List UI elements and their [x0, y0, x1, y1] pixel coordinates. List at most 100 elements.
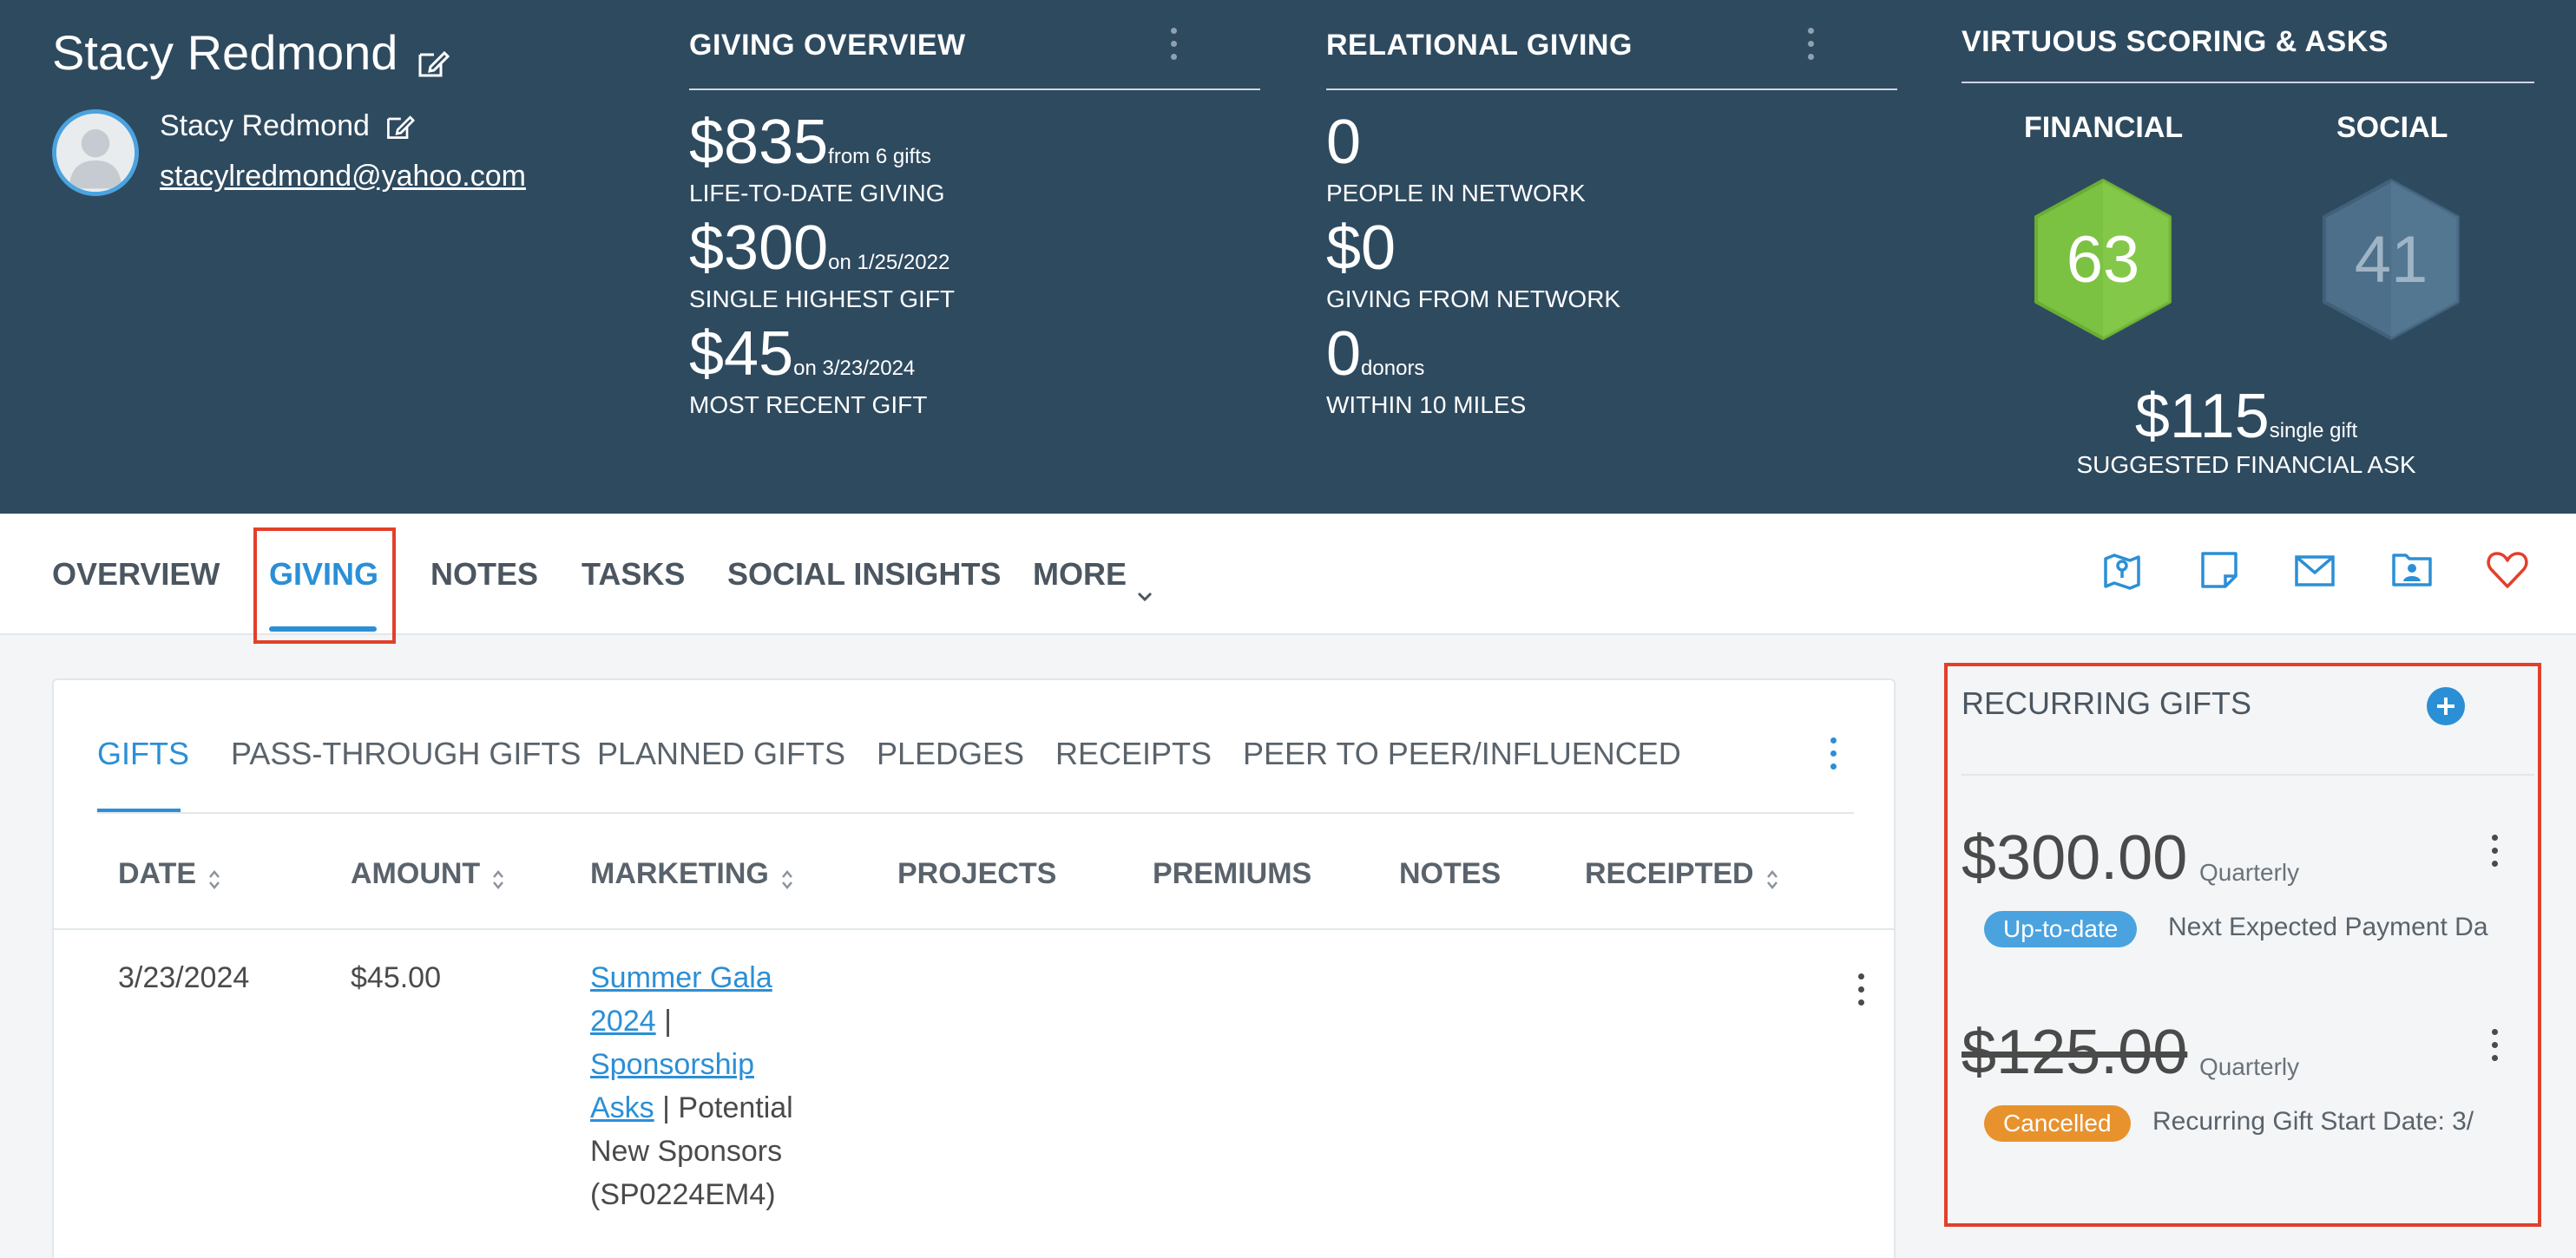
subtab-planned-gifts[interactable]: PLANNED GIFTS [597, 732, 845, 776]
sort-icon[interactable] [781, 864, 793, 889]
cell-date: 3/23/2024 [118, 961, 250, 994]
divider [689, 88, 1260, 90]
chevron-down-icon [1137, 568, 1153, 602]
sort-icon[interactable] [1766, 864, 1778, 889]
column-date[interactable]: DATE [118, 857, 220, 891]
tab-social-insights[interactable]: SOCIAL INSIGHTS [727, 548, 1001, 600]
column-projects-label: PROJECTS [897, 857, 1057, 890]
lifetime-amount: $835 [689, 108, 829, 177]
subtab-gifts[interactable]: GIFTS [97, 732, 189, 776]
profile-header: Stacy Redmond Stacy Redmond stacylredmon… [0, 0, 2576, 514]
divider [54, 928, 1894, 930]
column-premiums-label: PREMIUMS [1153, 857, 1312, 890]
email-link[interactable]: stacylredmond@yahoo.com [160, 160, 526, 193]
ask-amount: $115 [2134, 382, 2270, 451]
contact-card-icon[interactable] [2389, 547, 2435, 593]
note-icon[interactable] [2196, 547, 2243, 593]
profile-name: Stacy Redmond [52, 25, 398, 80]
column-amount[interactable]: AMOUNT [351, 857, 504, 891]
giving-overview-menu-icon[interactable] [1168, 28, 1179, 66]
marketing-text: | Potential [654, 1091, 793, 1124]
tab-more[interactable]: MORE [1033, 548, 1153, 602]
row-menu-icon[interactable] [1856, 973, 1866, 1012]
marketing-link-sponsorship-asks[interactable]: Asks [590, 1091, 654, 1124]
network-giving-label: GIVING FROM NETWORK [1326, 285, 1621, 312]
column-premiums: PREMIUMS [1153, 857, 1311, 891]
separator: | [655, 1005, 672, 1038]
social-label: SOCIAL [2336, 111, 2448, 144]
cell-marketing: Summer Gala 2024 | Sponsorship Asks | Po… [590, 956, 842, 1216]
column-amount-label: AMOUNT [351, 857, 481, 890]
relational-giving-panel: RELATIONAL GIVING 0 PEOPLE IN NETWORK $0… [1326, 24, 1897, 425]
edit-contact-icon[interactable] [384, 111, 416, 142]
lifetime-label: LIFE-TO-DATE GIVING [689, 180, 945, 206]
highest-label: SINGLE HIGHEST GIFT [689, 285, 955, 312]
subtab-peer-to-peer[interactable]: PEER TO PEER/INFLUENCED [1243, 732, 1681, 776]
column-marketing-label: MARKETING [590, 857, 769, 890]
column-notes-label: NOTES [1399, 857, 1502, 890]
divider [1962, 82, 2534, 83]
social-score: 41 [2354, 222, 2428, 297]
column-receipted-label: RECEIPTED [1585, 857, 1754, 890]
highest-stat: $300on 1/25/2022 SINGLE HIGHEST GIFT [689, 213, 1260, 316]
recent-label: MOST RECENT GIFT [689, 391, 928, 418]
contact-name: Stacy Redmond [160, 109, 370, 142]
marketing-code: (SP0224EM4) [590, 1178, 776, 1211]
gifts-menu-icon[interactable] [1828, 737, 1838, 776]
heart-icon[interactable] [2484, 547, 2531, 593]
column-receipted[interactable]: RECEIPTED [1585, 857, 1778, 891]
profile-name-heading: Stacy Redmond [52, 24, 450, 81]
marketing-link-summer-gala[interactable]: Summer Gala [590, 961, 772, 994]
highlight-box [253, 527, 396, 644]
financial-score-badge[interactable]: 63 [2031, 177, 2175, 342]
map-pin-icon[interactable] [2099, 547, 2146, 593]
tab-tasks[interactable]: TASKS [582, 548, 685, 600]
nearby-amount: 0 [1326, 319, 1362, 389]
nearby-stat: 0donors WITHIN 10 MILES [1326, 319, 1897, 422]
contact-name-row: Stacy Redmond [160, 109, 416, 143]
divider [97, 812, 1854, 814]
edit-icon[interactable] [415, 36, 450, 76]
network-amount: 0 [1326, 108, 1362, 177]
giving-overview-panel: GIVING OVERVIEW $835from 6 gifts LIFE-TO… [689, 24, 1260, 425]
sort-icon[interactable] [208, 864, 220, 889]
subtab-receipts[interactable]: RECEIPTS [1055, 732, 1212, 776]
recent-detail: on 3/23/2024 [793, 357, 916, 380]
gifts-card: GIFTS PASS-THROUGH GIFTS PLANNED GIFTS P… [52, 678, 1896, 1258]
highlight-box [1944, 663, 2541, 1227]
tab-notes[interactable]: NOTES [430, 548, 538, 600]
marketing-text-2: New Sponsors [590, 1135, 783, 1168]
marketing-link-sponsorship[interactable]: Sponsorship [590, 1048, 754, 1081]
marketing-link-summer-gala-2024[interactable]: 2024 [590, 1005, 656, 1038]
highest-amount: $300 [689, 213, 829, 283]
network-stat: 0 PEOPLE IN NETWORK [1326, 108, 1897, 210]
divider [1326, 88, 1897, 90]
column-date-label: DATE [118, 857, 197, 890]
column-notes: NOTES [1399, 857, 1501, 891]
avatar[interactable] [52, 109, 139, 196]
network-giving-amount: $0 [1326, 213, 1396, 283]
cell-amount: $45.00 [351, 961, 441, 994]
recent-stat: $45on 3/23/2024 MOST RECENT GIFT [689, 319, 1260, 422]
social-score-badge[interactable]: 41 [2319, 177, 2463, 342]
tab-more-label: MORE [1033, 556, 1127, 592]
tab-overview[interactable]: OVERVIEW [52, 548, 220, 600]
column-marketing[interactable]: MARKETING [590, 857, 793, 891]
financial-score: 63 [2066, 222, 2140, 297]
ask-detail: single gift [2269, 419, 2358, 442]
ask-label: SUGGESTED FINANCIAL ASK [2076, 451, 2416, 478]
scoring-panel: VIRTUOUS SCORING & ASKS [1962, 21, 2534, 83]
highest-detail: on 1/25/2022 [828, 251, 950, 274]
subtab-pass-through-gifts[interactable]: PASS-THROUGH GIFTS [231, 732, 581, 776]
scoring-title: VIRTUOUS SCORING & ASKS [1962, 25, 2389, 58]
mail-icon[interactable] [2291, 547, 2338, 593]
nearby-detail: donors [1361, 357, 1425, 380]
recent-amount: $45 [689, 319, 794, 389]
relational-giving-menu-icon[interactable] [1805, 28, 1816, 66]
lifetime-stat: $835from 6 gifts LIFE-TO-DATE GIVING [689, 108, 1260, 210]
sort-icon[interactable] [492, 864, 504, 889]
column-projects: PROJECTS [897, 857, 1056, 891]
financial-label: FINANCIAL [2024, 111, 2184, 144]
suggested-ask: $115single gift SUGGESTED FINANCIAL ASK [1934, 382, 2559, 479]
subtab-pledges[interactable]: PLEDGES [877, 732, 1024, 776]
